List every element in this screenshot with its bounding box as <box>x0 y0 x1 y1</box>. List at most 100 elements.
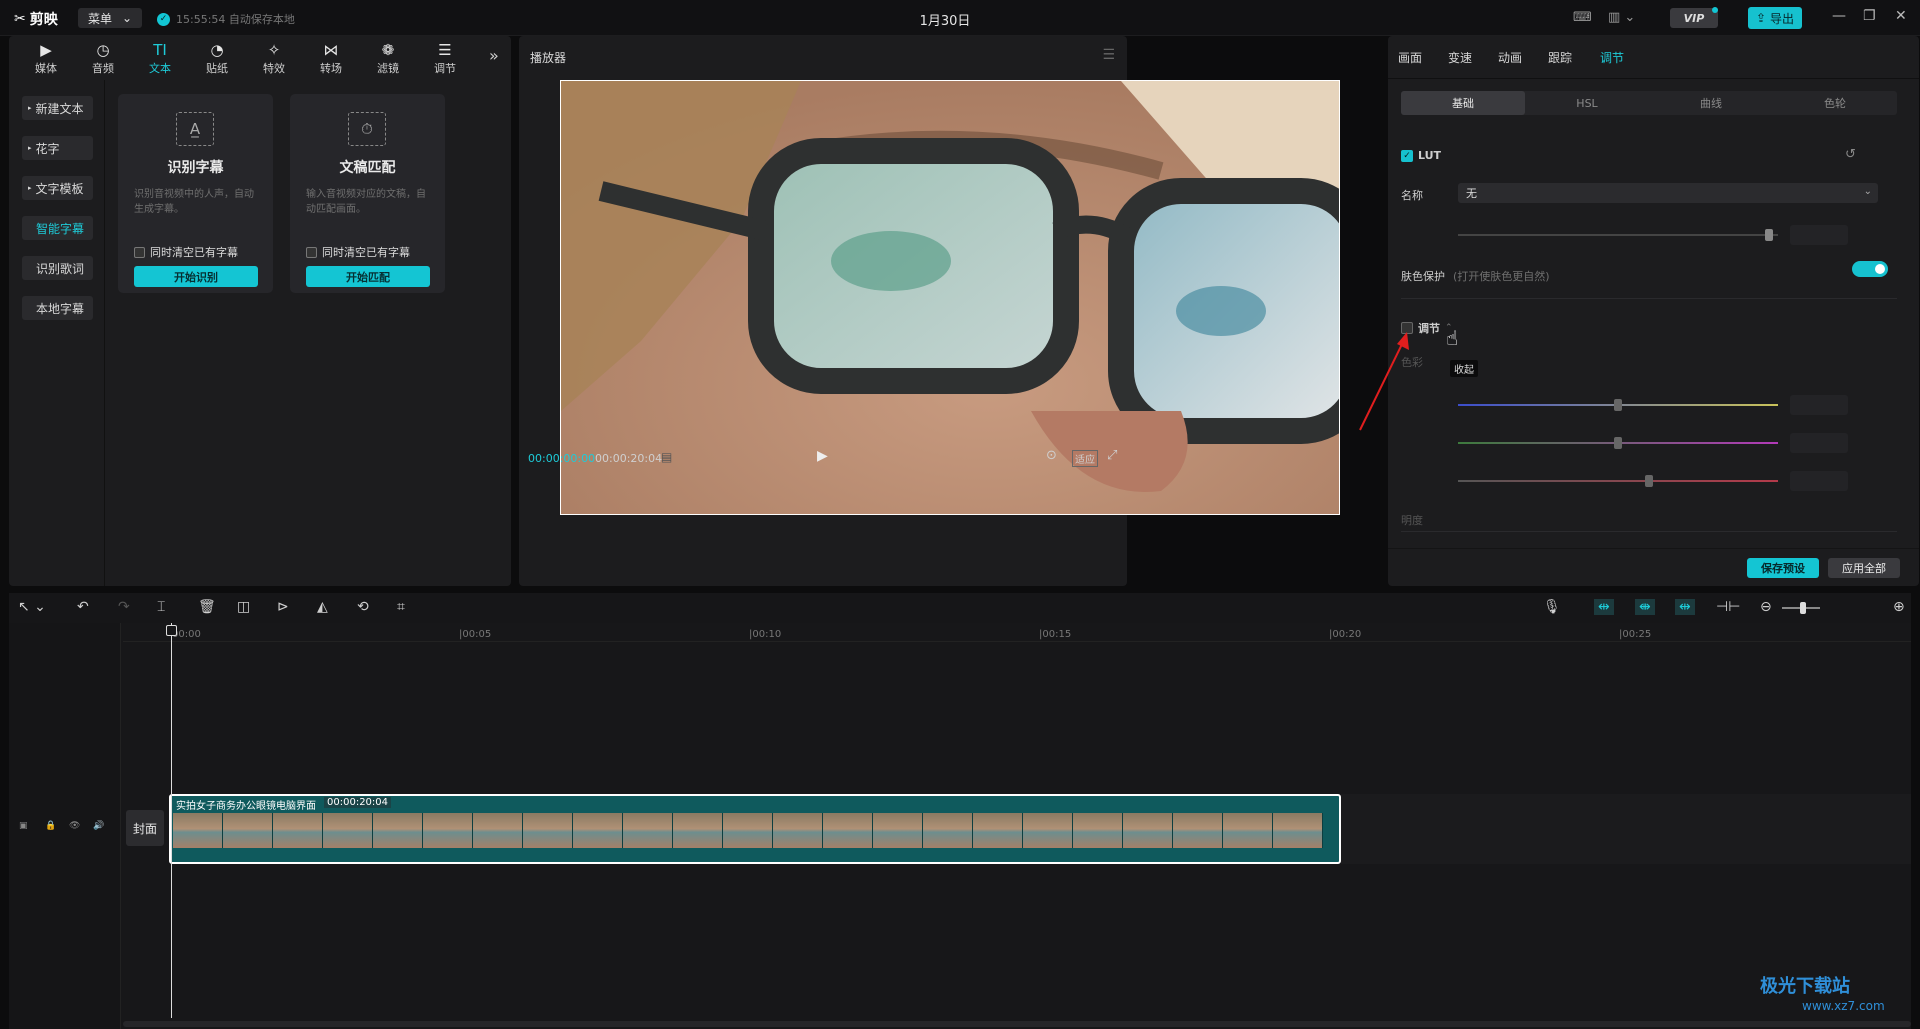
video-clip[interactable]: 实拍女子商务办公眼镜电脑界面 00:00:20:04 <box>169 794 1341 864</box>
cover-button[interactable]: 封面 <box>126 810 164 846</box>
tab-label: 媒体 <box>35 62 57 75</box>
clear-subtitle-checkbox[interactable]: 同时清空已有字幕 <box>306 244 410 260</box>
track-icon[interactable]: ▣ <box>19 821 28 831</box>
saturation-input[interactable] <box>1790 471 1848 491</box>
lut-label: LUT <box>1418 149 1442 162</box>
sidebar-item-lyrics[interactable]: 识别歌词 <box>22 256 93 280</box>
segment-curves[interactable]: 曲线 <box>1649 91 1773 115</box>
menu-icon[interactable]: ☰ <box>1102 47 1115 63</box>
more-tabs-icon[interactable]: » <box>489 46 499 65</box>
segment-basic[interactable]: 基础 <box>1401 91 1525 115</box>
preview-axis-icon[interactable]: ⊣⊢ <box>1716 599 1740 615</box>
start-recognize-button[interactable]: 开始识别 <box>134 266 258 287</box>
sidebar-item-fancy-text[interactable]: ▸ 花字 <box>22 136 93 160</box>
tab-speed[interactable]: 变速 <box>1448 49 1472 66</box>
zoom-in-icon[interactable]: ⊕ <box>1893 599 1905 615</box>
timeline-toolbar: ↖ ⌄ ↶ ↷ ⌶ 🗑 ◫ ⊳ ◭ ⟲ ⌗ 🎙 ⇹ ⇼ ⇹ ⊣⊢ ⊖ ⊕ <box>9 593 1911 623</box>
tab-text[interactable]: TI 文本 <box>135 40 185 76</box>
lut-name-select[interactable]: 无 ⌄ <box>1458 183 1878 203</box>
linkage-icon[interactable]: ⇹ <box>1675 599 1695 615</box>
zoom-slider-knob[interactable] <box>1800 602 1806 614</box>
main-track-link-icon[interactable]: ⇹ <box>1594 599 1614 615</box>
video-preview[interactable] <box>560 80 1340 515</box>
vip-button[interactable]: VIP <box>1670 8 1718 28</box>
zoom-out-icon[interactable]: ⊖ <box>1760 599 1772 615</box>
restore-icon[interactable]: ❐ <box>1863 8 1876 24</box>
snap-icon[interactable]: ⇼ <box>1635 599 1655 615</box>
sidebar-item-local-subtitle[interactable]: 本地字幕 <box>22 296 93 320</box>
clip-thumbnail <box>1173 813 1223 848</box>
layout-icon[interactable]: ▥ ⌄ <box>1608 10 1635 25</box>
close-icon[interactable]: ✕ <box>1895 8 1907 24</box>
tab-adjust[interactable]: ☰ 调节 <box>420 40 470 76</box>
sidebar-item-smart-subtitle[interactable]: 智能字幕 <box>22 216 93 240</box>
slider-knob[interactable] <box>1645 475 1653 487</box>
tab-transition[interactable]: ⋈ 转场 <box>306 40 356 76</box>
sidebar-item-new-text[interactable]: ▸ 新建文本 <box>22 96 93 120</box>
tab-tracking[interactable]: 跟踪 <box>1548 49 1572 66</box>
save-preset-button[interactable]: 保存预设 <box>1747 558 1819 578</box>
mirror-icon[interactable]: ◭ <box>317 599 328 615</box>
tint-input[interactable] <box>1790 433 1848 453</box>
select-value: 无 <box>1466 187 1477 200</box>
slider-knob[interactable] <box>1614 399 1622 411</box>
tab-media[interactable]: ▶ 媒体 <box>21 40 71 76</box>
clip-thumbnail <box>1223 813 1273 848</box>
slider-knob[interactable] <box>1614 437 1622 449</box>
reset-icon[interactable]: ↺ <box>1845 147 1856 162</box>
reverse-icon[interactable]: ⊳ <box>277 599 289 615</box>
lock-icon[interactable]: 🔒 <box>45 821 56 831</box>
keyboard-icon[interactable]: ⌨ <box>1573 10 1592 25</box>
tab-animation[interactable]: 动画 <box>1498 49 1522 66</box>
sidebar-item-text-template[interactable]: ▸ 文字模板 <box>22 176 93 200</box>
split-icon[interactable]: ⌶ <box>157 599 165 615</box>
tab-picture[interactable]: 画面 <box>1398 49 1422 66</box>
export-button[interactable]: ⇪ 导出 <box>1748 7 1802 29</box>
select-cursor-icon[interactable]: ↖ ⌄ <box>18 599 46 615</box>
undo-icon[interactable]: ↶ <box>77 599 89 615</box>
zoom-preview-icon[interactable]: ⊙ <box>1046 448 1057 463</box>
play-icon[interactable]: ▶ <box>817 448 828 464</box>
segment-color-wheel[interactable]: 色轮 <box>1773 91 1897 115</box>
segment-hsl[interactable]: HSL <box>1525 91 1649 115</box>
apply-all-button[interactable]: 应用全部 <box>1828 558 1900 578</box>
tab-effects[interactable]: ✧ 特效 <box>249 40 299 76</box>
saturation-slider[interactable] <box>1458 480 1778 482</box>
tab-audio[interactable]: ◷ 音频 <box>78 40 128 76</box>
tab-adjust[interactable]: 调节 <box>1600 49 1624 66</box>
tab-filter[interactable]: ❁ 滤镜 <box>363 40 413 76</box>
ruler-tick: |00:25 <box>1619 629 1652 640</box>
clear-subtitle-checkbox[interactable]: 同时清空已有字幕 <box>134 244 238 260</box>
crop-icon[interactable]: ⌗ <box>397 599 405 615</box>
playhead[interactable] <box>171 623 172 1018</box>
volume-icon[interactable]: 🔊 <box>93 821 104 831</box>
sidebar-item-label: 新建文本 <box>35 101 84 116</box>
playhead-handle[interactable] <box>166 625 177 636</box>
delete-icon[interactable]: 🗑 <box>198 599 216 615</box>
eye-icon[interactable]: 👁 <box>69 821 80 831</box>
ruler-line <box>123 641 1911 642</box>
temperature-input[interactable] <box>1790 395 1848 415</box>
start-match-button[interactable]: 开始匹配 <box>306 266 430 287</box>
timeline-scrollbar[interactable] <box>123 1021 1911 1027</box>
tab-sticker[interactable]: ◔ 贴纸 <box>192 40 242 76</box>
redo-icon[interactable]: ↷ <box>118 599 130 615</box>
rotate-icon[interactable]: ⟲ <box>357 599 369 615</box>
waveform-icon[interactable]: ▤ <box>661 450 672 464</box>
skin-protect-toggle[interactable] <box>1852 261 1888 277</box>
fit-button[interactable]: 适应 <box>1072 450 1098 467</box>
freeze-icon[interactable]: ◫ <box>237 599 250 615</box>
microphone-icon[interactable]: 🎙 <box>1543 599 1561 615</box>
current-time: 00:00:00:00 <box>528 452 596 465</box>
brightness-label: 明度 <box>1401 514 1423 527</box>
minimize-icon[interactable]: — <box>1832 8 1846 24</box>
checkbox-label: 同时清空已有字幕 <box>322 246 410 259</box>
fullscreen-icon[interactable]: ⤢ <box>1107 448 1117 463</box>
lut-toggle[interactable]: ✓ LUT <box>1401 149 1441 162</box>
slider-knob[interactable] <box>1765 229 1773 241</box>
chevron-down-icon: ⌄ <box>122 11 133 25</box>
clip-thumbnail <box>1273 813 1323 848</box>
lut-intensity-input[interactable] <box>1790 225 1848 245</box>
menu-button[interactable]: 菜单 ⌄ <box>78 8 143 28</box>
lut-intensity-slider[interactable] <box>1458 234 1778 236</box>
